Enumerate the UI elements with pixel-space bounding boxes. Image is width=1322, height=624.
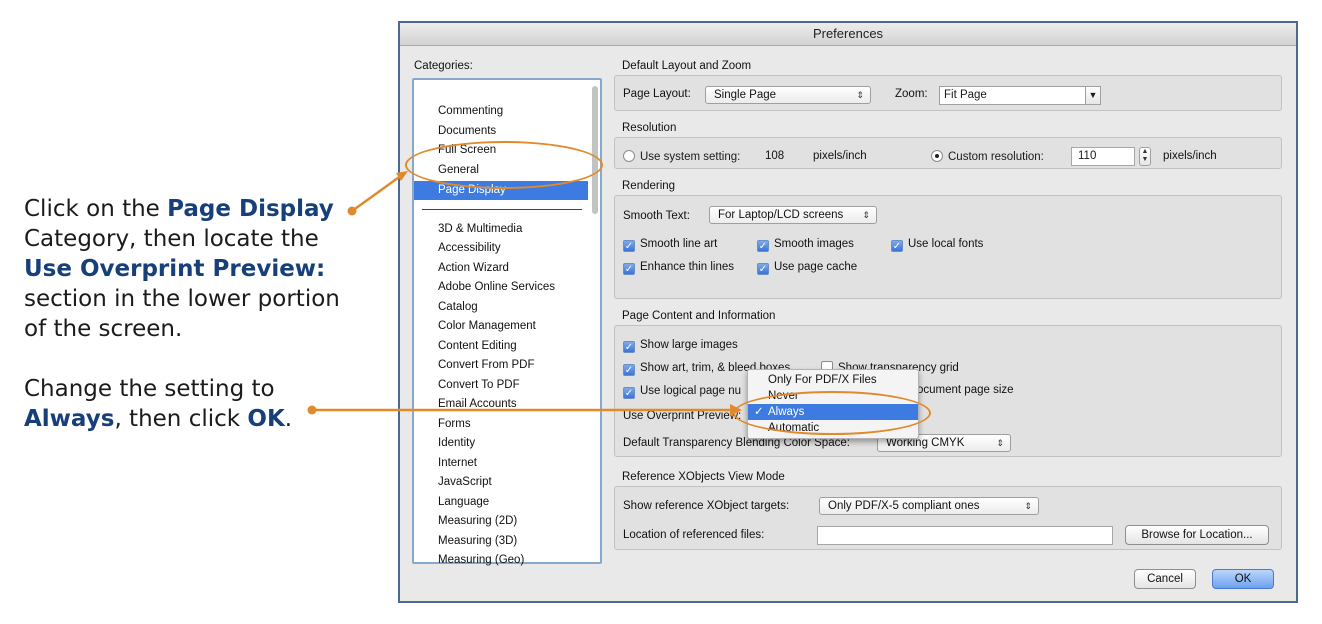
arrow-head [730,404,742,416]
annotation-arrows [307,171,742,416]
arrow-line [351,173,403,213]
